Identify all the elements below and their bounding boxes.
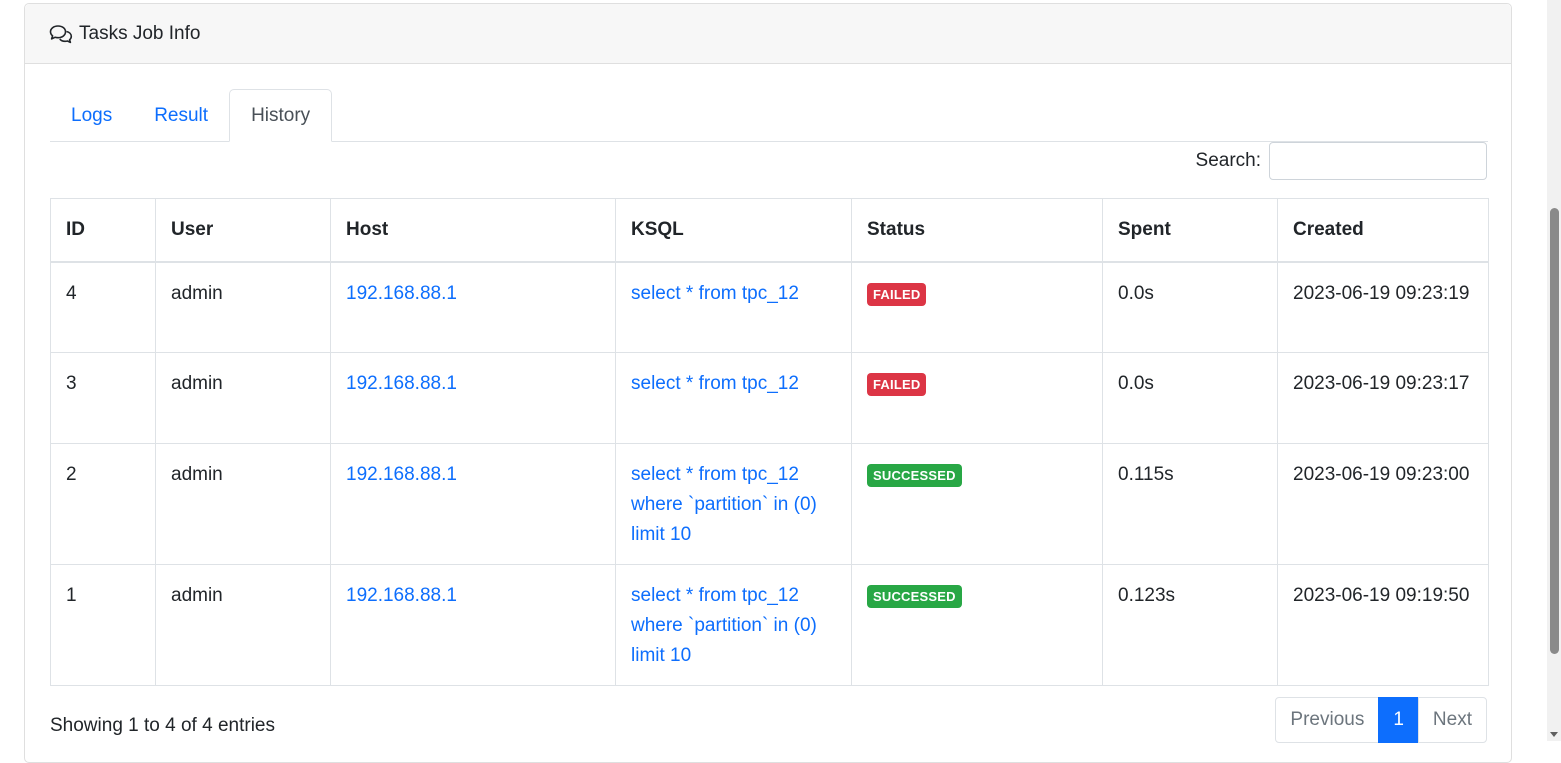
cell-ksql: select * from tpc_12 <box>615 352 852 444</box>
host-link[interactable]: 192.168.88.1 <box>346 464 457 485</box>
cell-spent: 0.0s <box>1102 352 1278 444</box>
tab-history[interactable]: History <box>229 89 333 142</box>
cell-ksql: select * from tpc_12 where `partition` i… <box>615 443 852 565</box>
tab-bar: Logs Result History <box>50 89 1488 142</box>
cell-id: 3 <box>50 352 156 444</box>
status-badge: FAILED <box>867 282 927 306</box>
job-info-card: Tasks Job Info Logs Result History Searc… <box>24 3 1512 763</box>
cell-ksql: select * from tpc_12 <box>615 261 852 353</box>
tab-result[interactable]: Result <box>133 90 229 141</box>
vertical-scrollbar[interactable] <box>1547 0 1561 741</box>
column-header-status[interactable]: Status <box>851 198 1103 263</box>
search-row: Search: <box>1196 141 1487 181</box>
table-info: Showing 1 to 4 of 4 entries <box>50 715 275 736</box>
cell-created: 2023-06-19 09:19:50 <box>1277 564 1489 686</box>
cell-status: FAILED <box>851 352 1103 444</box>
table-row: 2 admin 192.168.88.1 select * from tpc_1… <box>50 443 1489 565</box>
cell-id: 1 <box>50 564 156 686</box>
host-link[interactable]: 192.168.88.1 <box>346 585 457 606</box>
cell-host: 192.168.88.1 <box>330 352 616 444</box>
scroll-down-arrow-icon[interactable] <box>1550 732 1558 737</box>
status-badge: FAILED <box>867 373 927 397</box>
table-row: 1 admin 192.168.88.1 select * from tpc_1… <box>50 564 1489 686</box>
cell-ksql: select * from tpc_12 where `partition` i… <box>615 564 852 686</box>
host-link[interactable]: 192.168.88.1 <box>346 373 457 394</box>
cell-created: 2023-06-19 09:23:17 <box>1277 352 1489 444</box>
column-header-host[interactable]: Host <box>330 198 616 263</box>
column-header-id[interactable]: ID <box>50 198 156 263</box>
cell-spent: 0.0s <box>1102 261 1278 353</box>
cell-spent: 0.115s <box>1102 443 1278 565</box>
table-row: 3 admin 192.168.88.1 select * from tpc_1… <box>50 352 1489 444</box>
cell-spent: 0.123s <box>1102 564 1278 686</box>
card-title: Tasks Job Info <box>79 22 201 44</box>
cell-user: admin <box>155 443 331 565</box>
card-header: Tasks Job Info <box>25 4 1511 64</box>
cell-host: 192.168.88.1 <box>330 564 616 686</box>
column-header-spent[interactable]: Spent <box>1102 198 1278 263</box>
cell-status: SUCCESSED <box>851 564 1103 686</box>
cell-id: 4 <box>50 261 156 353</box>
cell-id: 2 <box>50 443 156 565</box>
status-badge: SUCCESSED <box>867 464 962 488</box>
cell-user: admin <box>155 261 331 353</box>
cell-status: FAILED <box>851 261 1103 353</box>
column-header-ksql[interactable]: KSQL <box>615 198 852 263</box>
scrollbar-thumb[interactable] <box>1550 208 1559 654</box>
search-input[interactable] <box>1269 142 1487 180</box>
cell-user: admin <box>155 352 331 444</box>
comments-icon <box>49 23 73 45</box>
table-row: 4 admin 192.168.88.1 select * from tpc_1… <box>50 261 1489 353</box>
ksql-link[interactable]: select * from tpc_12 <box>631 283 799 304</box>
table-header-row: ID User Host KSQL Status Spent Created <box>50 198 1489 263</box>
tab-logs[interactable]: Logs <box>50 90 133 141</box>
cell-status: SUCCESSED <box>851 443 1103 565</box>
cell-created: 2023-06-19 09:23:19 <box>1277 261 1489 353</box>
search-label: Search: <box>1195 150 1261 171</box>
ksql-link[interactable]: select * from tpc_12 where `partition` i… <box>631 464 817 545</box>
pagination: Previous 1 Next <box>1275 697 1487 743</box>
ksql-link[interactable]: select * from tpc_12 where `partition` i… <box>631 585 817 666</box>
previous-button[interactable]: Previous <box>1275 697 1380 743</box>
cell-user: admin <box>155 564 331 686</box>
history-table: ID User Host KSQL Status Spent Created 4… <box>50 198 1489 686</box>
host-link[interactable]: 192.168.88.1 <box>346 283 457 304</box>
page-1-button[interactable]: 1 <box>1378 697 1419 743</box>
column-header-user[interactable]: User <box>155 198 331 263</box>
cell-host: 192.168.88.1 <box>330 261 616 353</box>
next-button[interactable]: Next <box>1417 697 1487 743</box>
ksql-link[interactable]: select * from tpc_12 <box>631 373 799 394</box>
status-badge: SUCCESSED <box>867 585 962 609</box>
cell-host: 192.168.88.1 <box>330 443 616 565</box>
cell-created: 2023-06-19 09:23:00 <box>1277 443 1489 565</box>
column-header-created[interactable]: Created <box>1277 198 1489 263</box>
